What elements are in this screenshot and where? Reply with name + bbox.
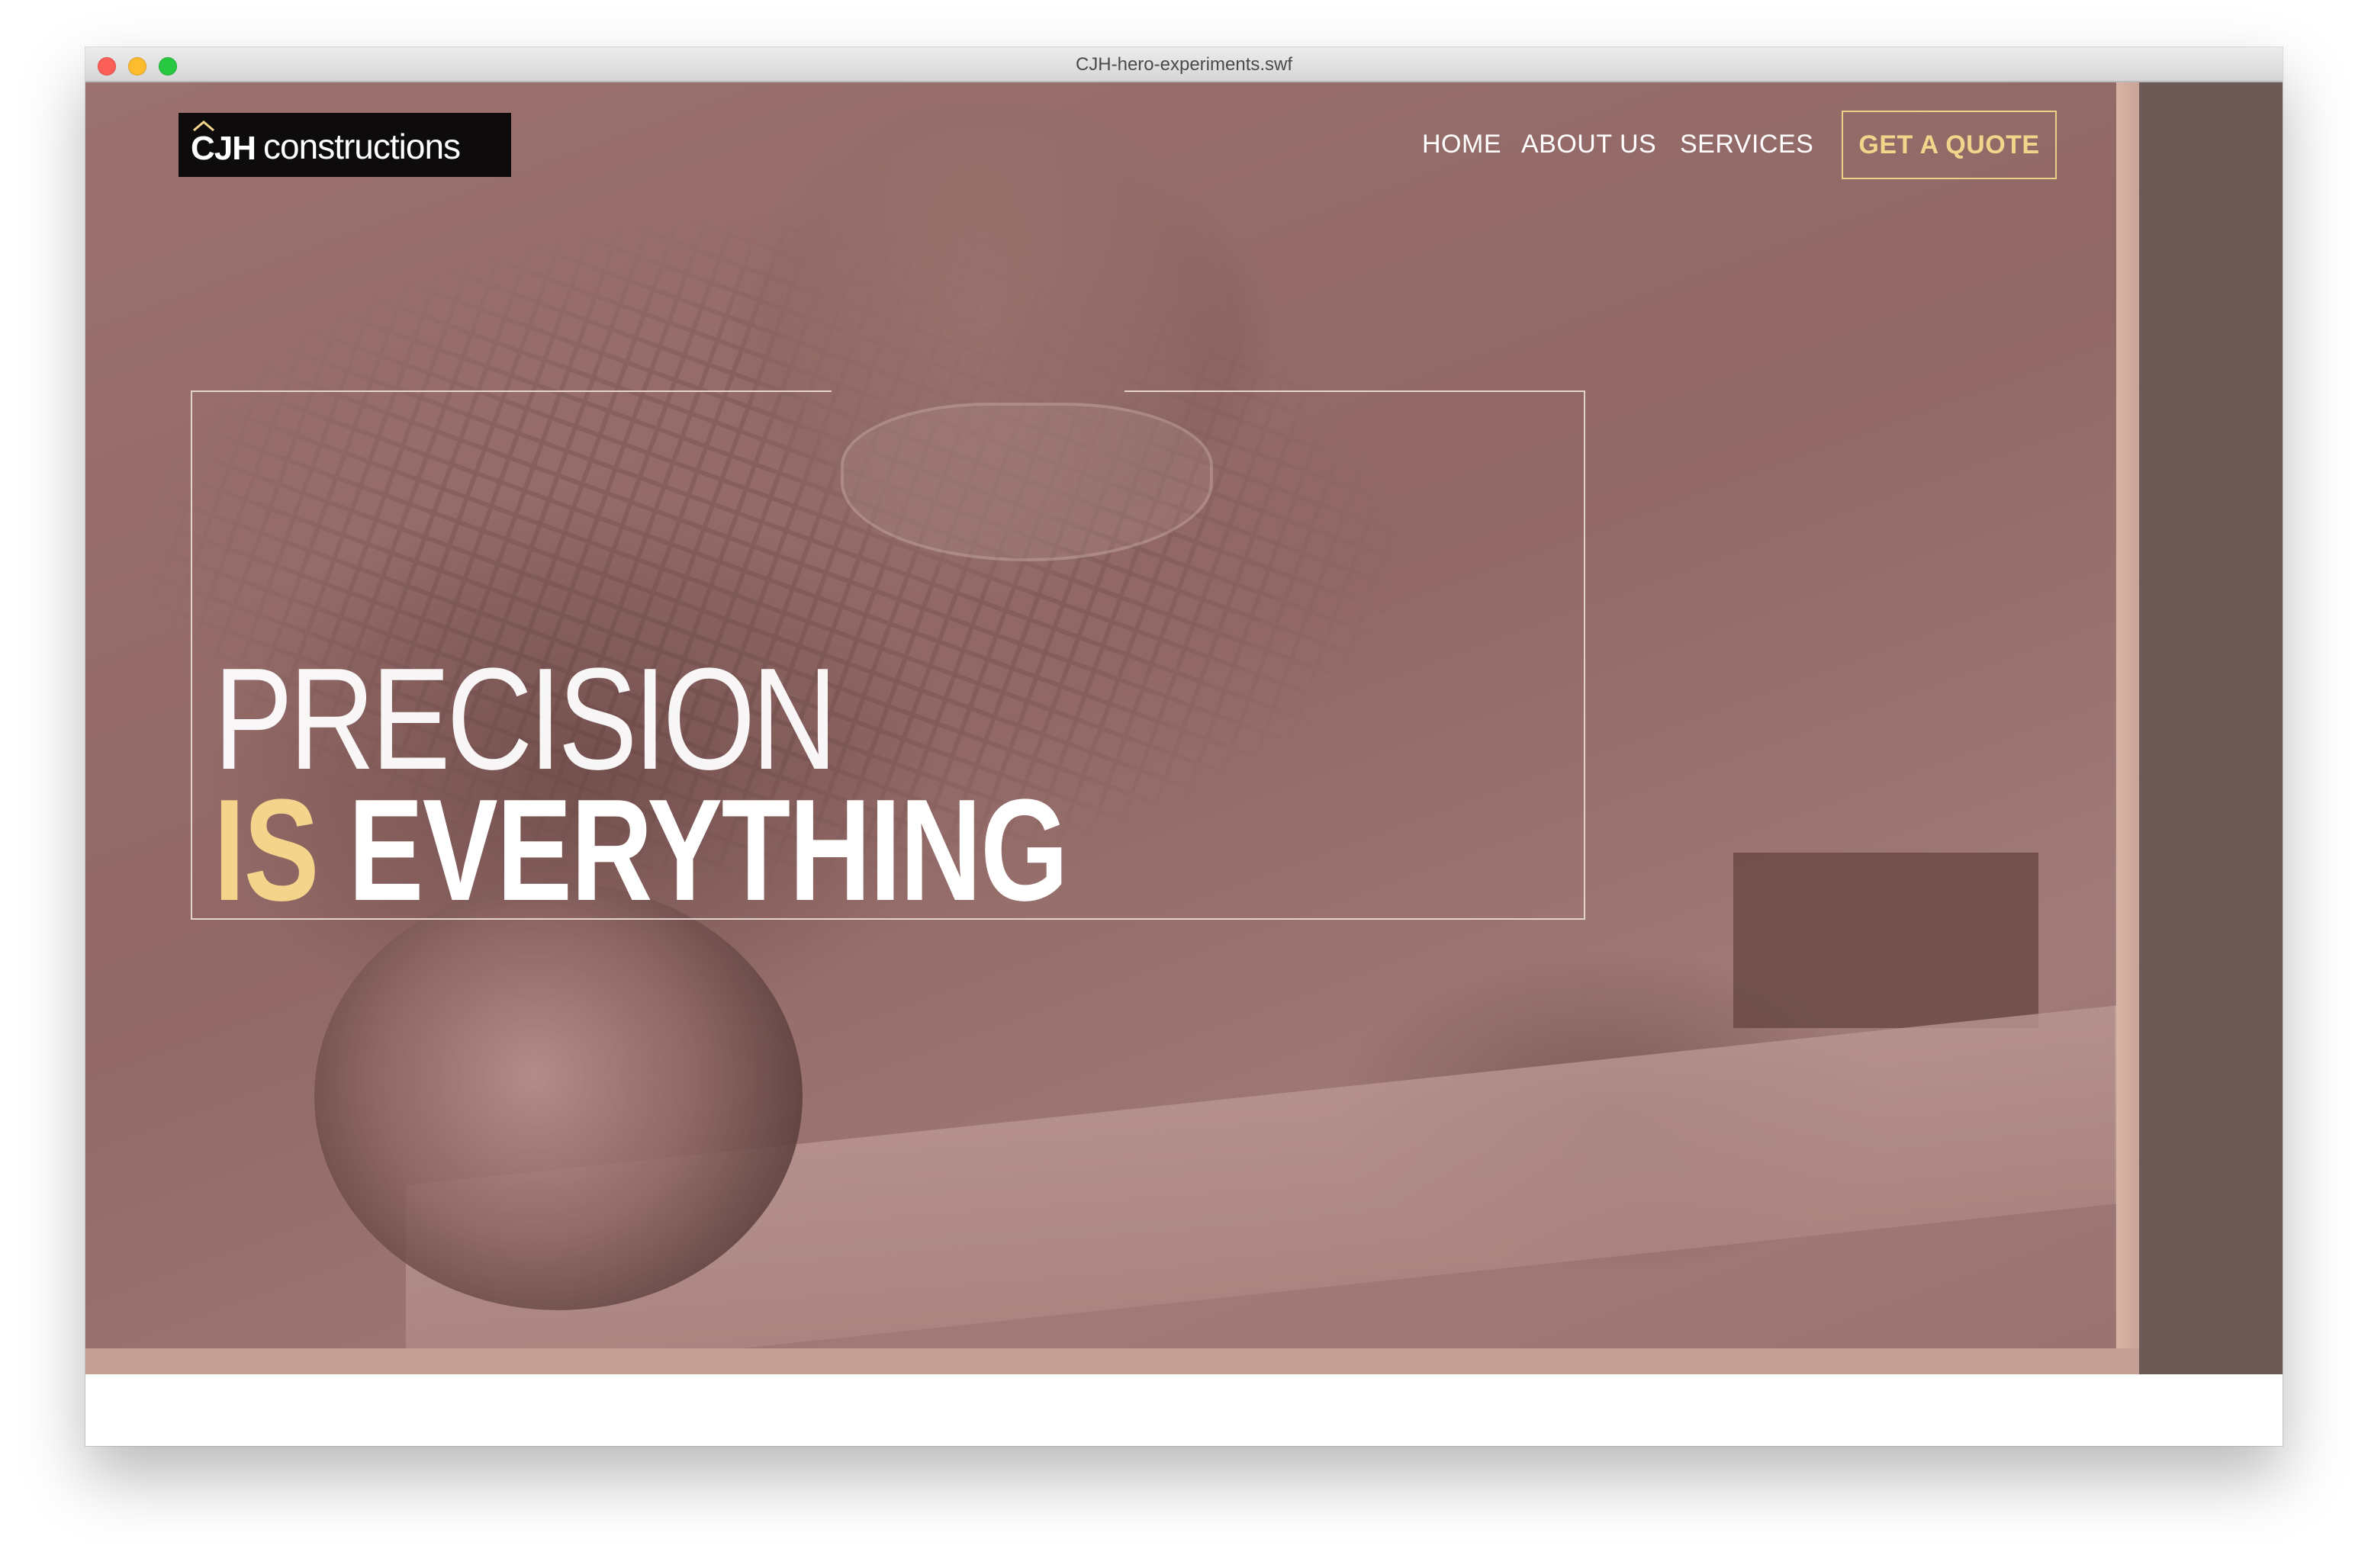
hero-headline-line2: IS EVERYTHING (214, 778, 1068, 923)
headline-frame-top-left (191, 390, 832, 392)
nav-link-home[interactable]: HOME (1422, 130, 1501, 159)
page-content-below-hero (85, 1374, 2283, 1446)
hero-headline-accent: IS (214, 770, 319, 931)
headline-frame-right (1584, 390, 1585, 920)
nav-link-services[interactable]: SERVICES (1680, 130, 1813, 159)
hero-bottom-band (85, 1348, 2139, 1374)
window-titlebar: CJH-hero-experiments.swf (85, 47, 2283, 82)
headline-frame-left (191, 390, 192, 920)
logo-wordmark-bold: CJH (191, 130, 256, 167)
hero-right-strip (2139, 82, 2283, 1374)
nav-link-about-us[interactable]: ABOUT US (1521, 130, 1656, 159)
browser-window: CJH-hero-experiments.swf CJH constructio… (85, 47, 2283, 1446)
hero-section: CJH constructions HOME ABOUT US SERVICES… (85, 82, 2283, 1374)
site-logo[interactable]: CJH constructions (179, 113, 511, 177)
get-a-quote-button[interactable]: GET A QUOTE (1842, 111, 2057, 179)
headline-frame-top-right (1124, 390, 1584, 392)
screenshot-stage: CJH-hero-experiments.swf CJH constructio… (0, 0, 2368, 1568)
window-title: CJH-hero-experiments.swf (1075, 54, 1293, 75)
logo-wordmark-light: constructions (263, 127, 461, 166)
hero-light-edge (2116, 82, 2139, 1374)
hero-headline-rest: EVERYTHING (348, 770, 1069, 931)
